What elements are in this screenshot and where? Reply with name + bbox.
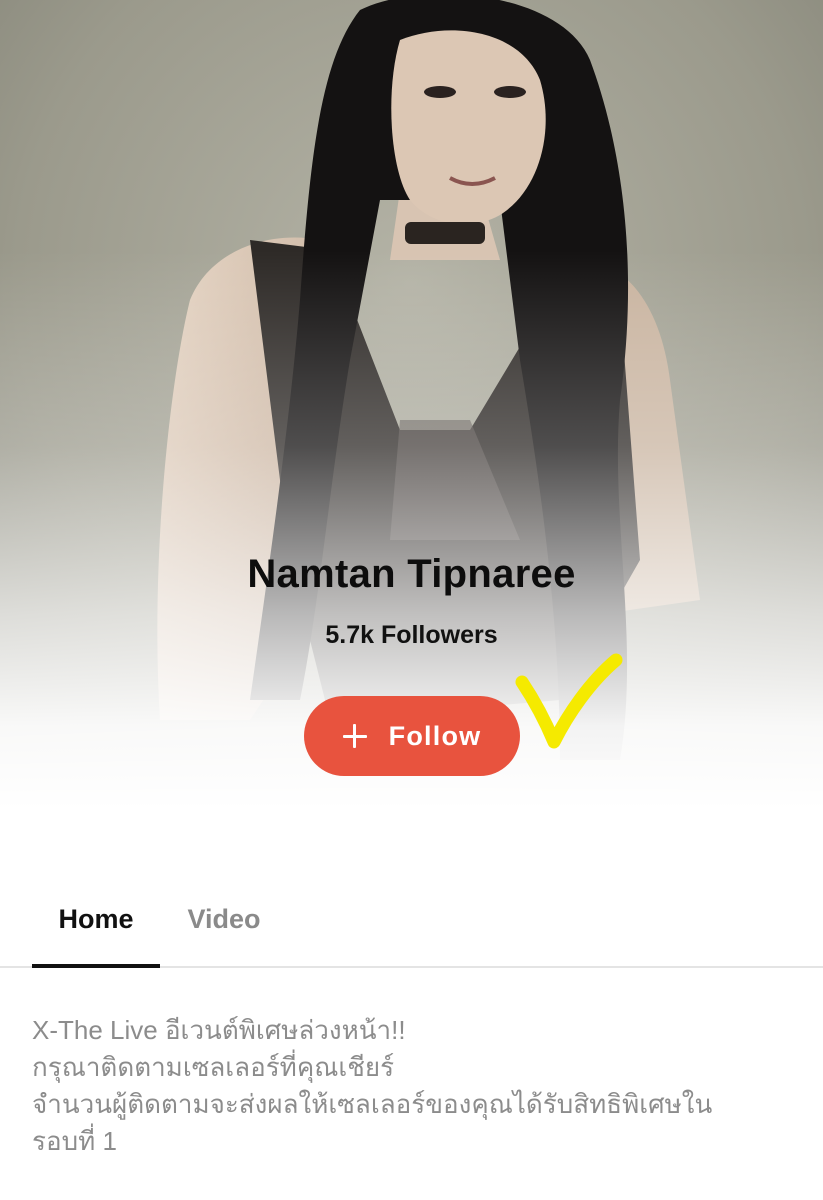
profile-header: Namtan Tipnaree 5.7k Followers Follow [0,0,823,810]
announcement-text: X-The Live อีเวนต์พิเศษล่วงหน้า!! กรุณาต… [32,1012,792,1160]
announcement-line: จำนวนผู้ติดตามจะส่งผลให้เซลเลอร์ของคุณได… [32,1089,713,1119]
announcement-line: กรุณาติดตามเซลเลอร์ที่คุณเชียร์ [32,1052,395,1082]
tab-home[interactable]: Home [32,880,160,966]
followers-count: 5.7k Followers [325,621,498,649]
active-tab-indicator [32,964,160,968]
profile-tab-bar: Home Video [0,880,823,968]
tab-video[interactable]: Video [178,880,270,966]
profile-name: Namtan Tipnaree [247,552,576,596]
plus-icon [342,724,367,748]
announcement-line: รอบที่ 1 [32,1126,117,1156]
announcement-line: X-The Live อีเวนต์พิเศษล่วงหน้า!! [32,1015,406,1045]
follow-button-label: Follow [388,720,482,751]
follow-button[interactable]: Follow [304,696,520,776]
checkmark-icon [512,648,632,758]
